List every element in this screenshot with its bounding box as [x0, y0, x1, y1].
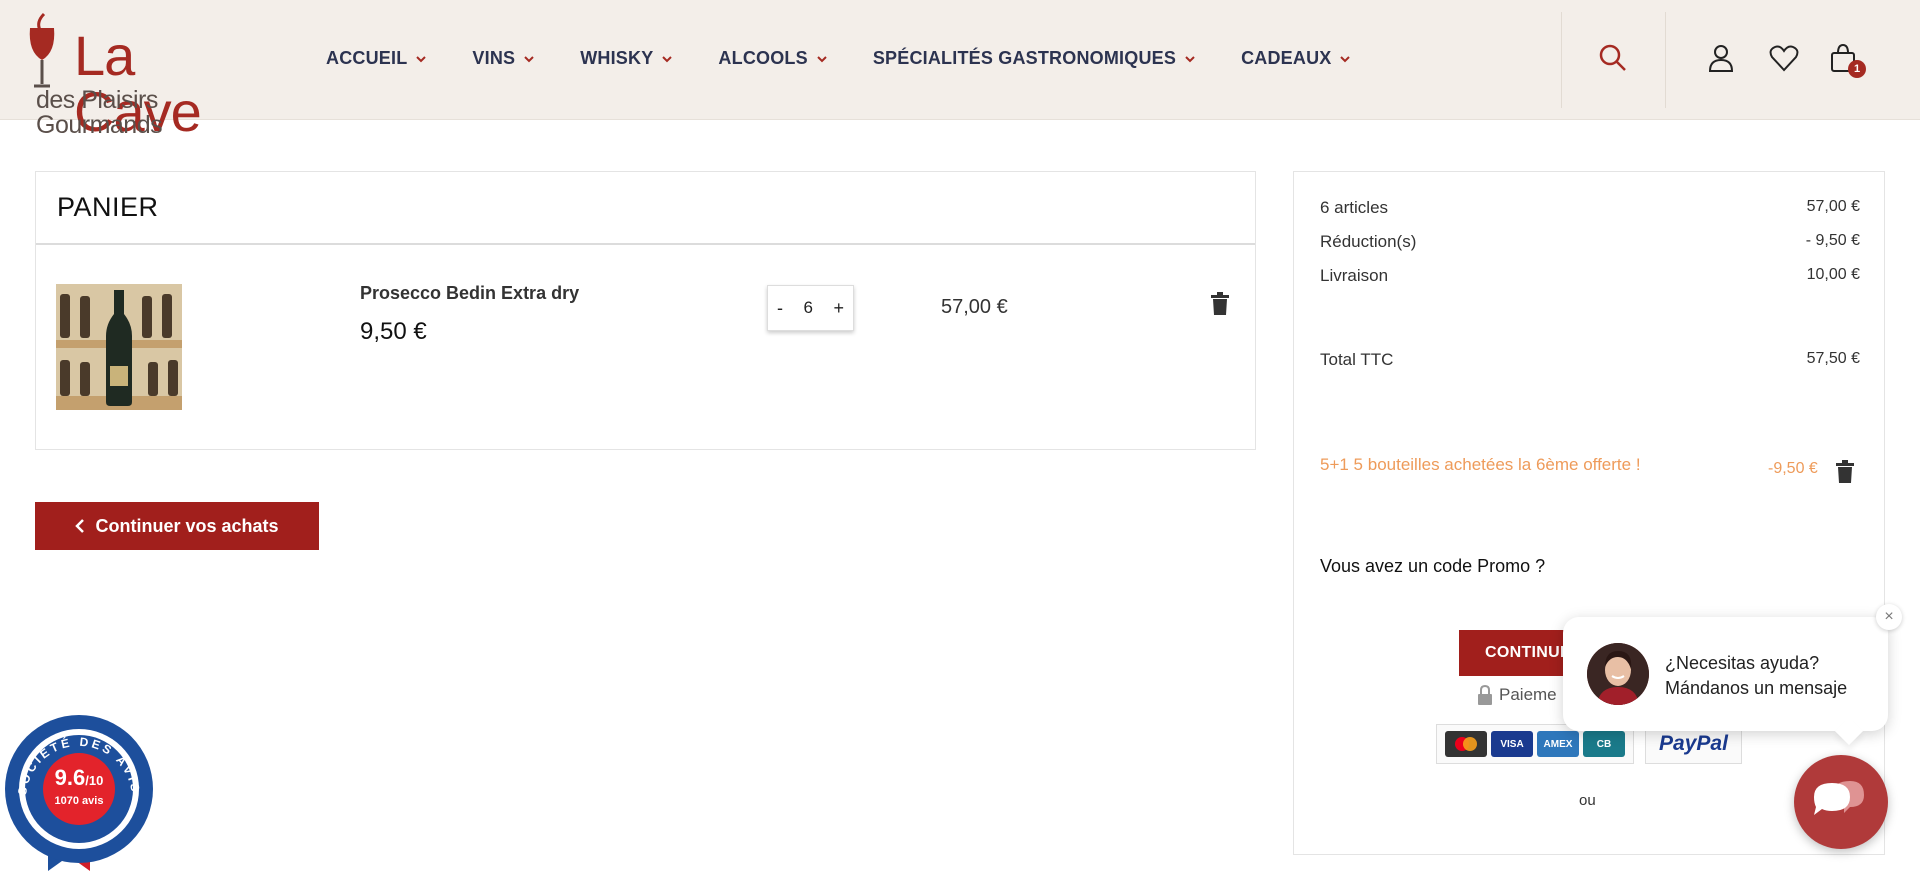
chat-icon: [1814, 781, 1864, 815]
summary-label: 6 articles: [1320, 198, 1389, 217]
chevron-down-icon: [817, 55, 827, 62]
summary-shipping: Livraison 10,00 €: [1320, 266, 1860, 286]
nav-label: WHISKY: [580, 48, 654, 68]
product-photo: [56, 284, 182, 410]
user-icon[interactable]: [1705, 42, 1737, 74]
cart-panel: PANIER Prosecco Bedin Extra dry 9,50 € -…: [35, 171, 1256, 450]
chevron-down-icon: [662, 55, 673, 62]
lock-icon: [1478, 685, 1492, 705]
qty-value[interactable]: 6: [804, 298, 813, 318]
chevron-down-icon: [1185, 55, 1195, 62]
header-divider: [1665, 12, 1666, 108]
chevron-left-icon: [75, 519, 85, 533]
product-name[interactable]: Prosecco Bedin Extra dry: [360, 283, 579, 304]
cart-count-badge: 1: [1848, 60, 1866, 78]
chevron-down-icon: [1340, 55, 1351, 62]
nav-label: VINS: [472, 48, 516, 68]
chevron-down-icon: [524, 55, 534, 62]
wine-glass-icon: [29, 12, 55, 88]
quantity-stepper: - 6 +: [767, 285, 854, 331]
product-unit-price: 9,50 €: [360, 318, 427, 345]
badge-review-count: 1070 avis: [54, 795, 104, 807]
search-icon[interactable]: [1597, 42, 1629, 74]
main-nav: ACCUEIL VINS WHISKY ALCOOLS SPÉCIALITÉS …: [326, 48, 1396, 69]
remove-promo-trash-icon[interactable]: [1835, 460, 1855, 484]
chevron-down-icon: [416, 55, 427, 62]
summary-label: Livraison: [1320, 266, 1389, 285]
reviews-badge-graphic: SOCIÉTÉ DES AVIS GARANTIS: [0, 702, 153, 871]
secure-label: Paieme: [1499, 685, 1557, 704]
heart-icon[interactable]: [1768, 42, 1800, 74]
summary-reductions: Réduction(s) - 9,50 €: [1320, 232, 1860, 252]
summary-articles: 6 articles 57,00 €: [1320, 198, 1860, 218]
summary-total: Total TTC 57,50 €: [1320, 350, 1860, 370]
nav-label: ALCOOLS: [718, 48, 808, 68]
nav-label: ACCUEIL: [326, 48, 408, 68]
chat-prompt-bubble[interactable]: ¿Necesitas ayuda? Mándanos un mensaje: [1563, 617, 1888, 731]
trash-icon[interactable]: [1210, 292, 1230, 316]
summary-label: Réduction(s): [1320, 232, 1417, 251]
cb-logo: CB: [1583, 731, 1625, 757]
chat-launcher-button[interactable]: [1794, 755, 1888, 849]
qty-decrease-button[interactable]: -: [777, 298, 783, 319]
chat-line: ¿Necesitas ayuda?: [1665, 653, 1820, 673]
nav-specialites[interactable]: SPÉCIALITÉS GASTRONOMIQUES: [873, 48, 1195, 69]
reviews-badge[interactable]: SOCIÉTÉ DES AVIS GARANTIS 9.6/10 1070 av…: [0, 702, 154, 873]
product-image[interactable]: [56, 284, 182, 410]
header-divider: [1561, 12, 1562, 108]
chat-line: Mándanos un mensaje: [1665, 678, 1848, 698]
site-header: La Cave des Plaisirs Gourmands ACCUEIL V…: [0, 0, 1920, 140]
mastercard-logo: [1445, 731, 1487, 757]
nav-accueil[interactable]: ACCUEIL: [326, 48, 427, 69]
qty-increase-button[interactable]: +: [833, 298, 844, 319]
cart-title: PANIER: [57, 192, 159, 222]
applied-promo-value: -9,50 €: [1768, 460, 1818, 477]
nav-cadeaux[interactable]: CADEAUX: [1241, 48, 1351, 69]
logo-subtitle: des Plaisirs Gourmands: [36, 86, 163, 139]
mastercard-icon: [1455, 737, 1477, 751]
nav-whisky[interactable]: WHISKY: [580, 48, 673, 69]
applied-promo: 5+1 5 bouteilles achetées la 6ème offert…: [1320, 455, 1641, 474]
nav-vins[interactable]: VINS: [472, 48, 534, 69]
chat-close-button[interactable]: ×: [1876, 604, 1902, 630]
summary-value: - 9,50 €: [1805, 232, 1860, 249]
summary-value: 57,00 €: [1806, 198, 1860, 215]
or-separator: ou: [1579, 792, 1596, 809]
summary-value: 10,00 €: [1806, 266, 1860, 283]
badge-score: 9.6/10: [44, 767, 114, 789]
nav-label: SPÉCIALITÉS GASTRONOMIQUES: [872, 48, 1177, 68]
site-logo[interactable]: La Cave des Plaisirs Gourmands: [22, 10, 272, 140]
order-summary: 6 articles 57,00 € Réduction(s) - 9,50 €…: [1293, 171, 1885, 855]
chat-prompt-text: ¿Necesitas ayuda? Mándanos un mensaje: [1665, 651, 1847, 701]
amex-logo: AMEX: [1537, 731, 1579, 757]
nav-alcools[interactable]: ALCOOLS: [718, 48, 827, 69]
continue-shopping-button[interactable]: Continuer vos achats: [35, 502, 319, 550]
promo-code-toggle[interactable]: Vous avez un code Promo ?: [1320, 556, 1545, 577]
secure-payment-note: Paieme: [1477, 685, 1557, 705]
continue-label: Continuer vos achats: [95, 515, 279, 536]
visa-logo: VISA: [1491, 731, 1533, 757]
nav-label: CADEAUX: [1241, 48, 1332, 68]
agent-photo: [1587, 643, 1649, 705]
summary-label: Total TTC: [1320, 350, 1394, 369]
line-total: 57,00 €: [941, 296, 1008, 318]
badge-score-value: 9.6: [54, 765, 86, 790]
badge-score-scale: /10: [85, 773, 104, 788]
agent-avatar: [1587, 643, 1649, 705]
divider: [36, 243, 1255, 245]
summary-value: 57,50 €: [1806, 350, 1860, 367]
